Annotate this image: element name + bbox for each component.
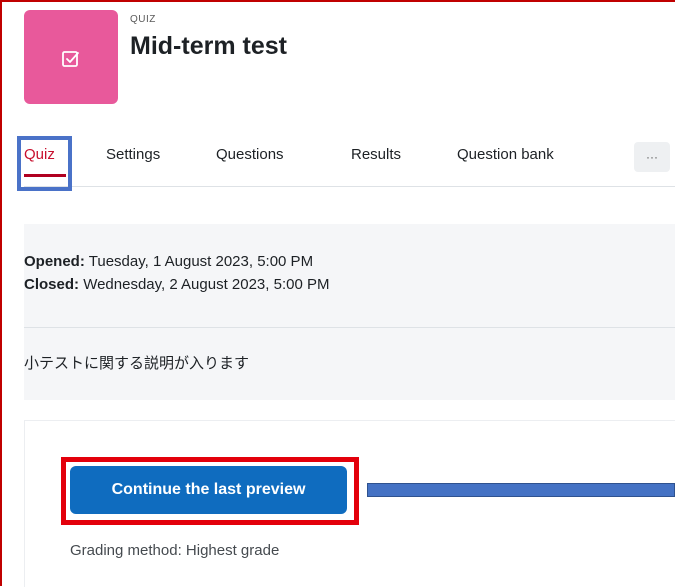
opened-value: Tuesday, 1 August 2023, 5:00 PM [88, 253, 314, 270]
grading-method: Grading method: Highest grade [70, 542, 280, 559]
tab-divider [24, 186, 675, 187]
tab-results[interactable]: Results [351, 146, 401, 163]
closed-date: Closed: Wednesday, 2 August 2023, 5:00 P… [24, 273, 329, 296]
closed-value: Wednesday, 2 August 2023, 5:00 PM [83, 276, 330, 293]
info-divider [24, 327, 675, 328]
secondary-navigation: Quiz Settings Questions Results Question… [0, 134, 675, 184]
more-tabs-button[interactable]: ··· [634, 142, 670, 172]
opened-label: Opened: [24, 253, 85, 270]
callout-arrow [367, 483, 675, 497]
tab-question-bank[interactable]: Question bank [457, 146, 554, 163]
page-title: Mid-term test [130, 32, 287, 60]
checkbox-icon [62, 51, 79, 67]
page-kicker: QUIZ [130, 14, 156, 25]
tab-settings[interactable]: Settings [106, 146, 160, 163]
quiz-tab-highlight [17, 136, 72, 191]
tab-questions[interactable]: Questions [216, 146, 284, 163]
quiz-activity-icon [24, 10, 118, 104]
opened-date: Opened: Tuesday, 1 August 2023, 5:00 PM [24, 250, 329, 273]
closed-label: Closed: [24, 276, 80, 293]
activity-dates: Opened: Tuesday, 1 August 2023, 5:00 PM … [24, 250, 329, 296]
continue-preview-button[interactable]: Continue the last preview [70, 466, 347, 514]
quiz-description: 小テストに関する説明が入ります [24, 355, 250, 372]
